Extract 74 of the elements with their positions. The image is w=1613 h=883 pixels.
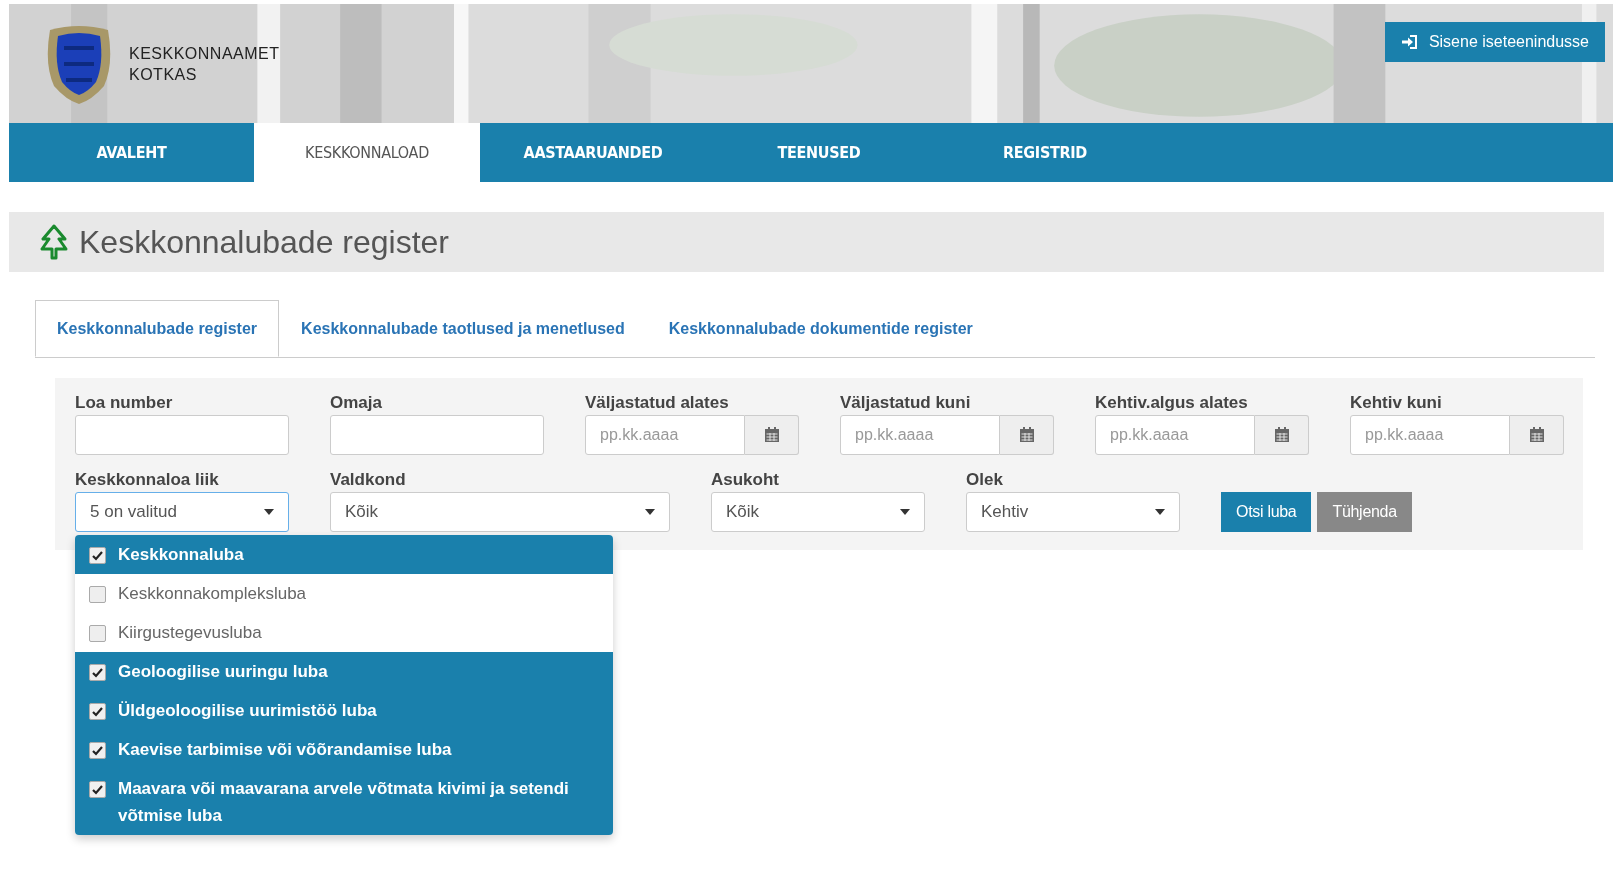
select-field[interactable]: 5 on valitud xyxy=(75,492,289,532)
check-icon xyxy=(92,667,103,678)
check-icon xyxy=(92,745,103,756)
calendar-button[interactable] xyxy=(1255,415,1309,455)
tab[interactable]: Keskkonnalubade taotlused ja menetlused xyxy=(279,300,647,357)
checkbox[interactable] xyxy=(89,586,106,603)
tab[interactable]: Keskkonnalubade register xyxy=(35,300,280,357)
field-label: Loa number xyxy=(75,392,174,414)
field-label: Valdkond xyxy=(330,469,407,491)
login-button[interactable]: Sisene iseteenindusse xyxy=(1384,22,1605,62)
select-field[interactable]: Kõik xyxy=(711,492,925,532)
search-button[interactable]: Otsi luba xyxy=(1221,492,1312,532)
option-label: Keskkonnakompleksluba xyxy=(118,583,307,604)
nav-tab[interactable]: AASTAARUANDED xyxy=(480,123,706,182)
check-icon xyxy=(92,784,103,795)
field-label: Kehtiv.algus alates xyxy=(1095,392,1249,414)
tab[interactable]: Keskkonnalubade dokumentide register xyxy=(646,300,995,357)
field-label: Väljastatud kuni xyxy=(840,392,972,414)
calendar-icon xyxy=(763,427,780,443)
checkbox[interactable] xyxy=(89,781,106,798)
caret-icon xyxy=(1155,509,1165,515)
field-label: Olek xyxy=(966,469,1004,491)
text-field[interactable] xyxy=(75,415,289,455)
check-icon xyxy=(92,706,103,717)
calendar-button[interactable] xyxy=(745,415,799,455)
calendar-button[interactable] xyxy=(1510,415,1564,455)
option-label: Üldgeoloogilise uurimistöö luba xyxy=(118,700,377,721)
checkbox[interactable] xyxy=(89,703,106,720)
option-label: Kaevise tarbimise või võõrandamise luba xyxy=(118,739,452,760)
checkbox[interactable] xyxy=(89,547,106,564)
clear-button[interactable]: Tühjenda xyxy=(1317,492,1412,532)
calendar-icon xyxy=(1528,427,1545,443)
dropdown-option[interactable]: Kiirgustegevusluba xyxy=(75,613,613,652)
dropdown-option[interactable]: Maavara või maavarana arvele võtmata kivimi ja setendi võtmise luba xyxy=(75,769,613,835)
nav-tab[interactable]: REGISTRID xyxy=(932,123,1158,182)
logo-text: KOTKAS xyxy=(129,65,198,85)
select-field[interactable]: Kehtiv xyxy=(966,492,1180,532)
field-label: Kehtiv kuni xyxy=(1350,392,1443,414)
field-label: Keskkonnaloa liik xyxy=(75,469,220,491)
dropdown-option[interactable]: Kaevise tarbimise või võõrandamise luba xyxy=(75,730,613,769)
field-label: Omaja xyxy=(330,392,383,414)
logo-text: KESKKONNAAMET xyxy=(129,44,280,64)
check-icon xyxy=(92,550,103,561)
calendar-icon xyxy=(1273,427,1290,443)
date-field[interactable]: pp.kk.aaaa xyxy=(585,415,745,455)
calendar-button[interactable] xyxy=(1000,415,1054,455)
checkbox[interactable] xyxy=(89,664,106,681)
dropdown-option[interactable]: Üldgeoloogilise uurimistöö luba xyxy=(75,691,613,730)
checkbox[interactable] xyxy=(89,625,106,642)
sign-in-icon xyxy=(1400,34,1419,50)
dropdown-option[interactable]: Keskkonnaluba xyxy=(75,535,613,574)
caret-icon xyxy=(645,509,655,515)
caret-icon xyxy=(900,509,910,515)
field-label: Väljastatud alates xyxy=(585,392,730,414)
option-label: Geoloogilise uuringu luba xyxy=(118,661,328,682)
date-field[interactable]: pp.kk.aaaa xyxy=(840,415,1000,455)
select-field[interactable]: Kõik xyxy=(330,492,670,532)
tree-icon xyxy=(39,224,69,260)
nav-tab[interactable]: KESKKONNALOAD xyxy=(254,123,480,182)
dropdown-option[interactable]: Keskkonnakompleksluba xyxy=(75,574,613,613)
text-field[interactable] xyxy=(330,415,544,455)
date-field[interactable]: pp.kk.aaaa xyxy=(1095,415,1255,455)
caret-icon xyxy=(264,509,274,515)
field-label: Asukoht xyxy=(711,469,780,491)
dropdown-option[interactable]: Geoloogilise uuringu luba xyxy=(75,652,613,691)
nav-tab[interactable]: TEENUSED xyxy=(706,123,932,182)
option-label: Maavara või maavarana arvele võtmata kivimi ja setendi võtmise luba xyxy=(118,778,570,827)
page-title: Keskkonnalubade register xyxy=(79,223,449,261)
date-field[interactable]: pp.kk.aaaa xyxy=(1350,415,1510,455)
calendar-icon xyxy=(1018,427,1035,443)
option-label: Keskkonnaluba xyxy=(118,544,244,565)
option-label: Kiirgustegevusluba xyxy=(118,622,262,643)
nav-tab[interactable]: AVALEHT xyxy=(9,123,254,182)
checkbox[interactable] xyxy=(89,742,106,759)
